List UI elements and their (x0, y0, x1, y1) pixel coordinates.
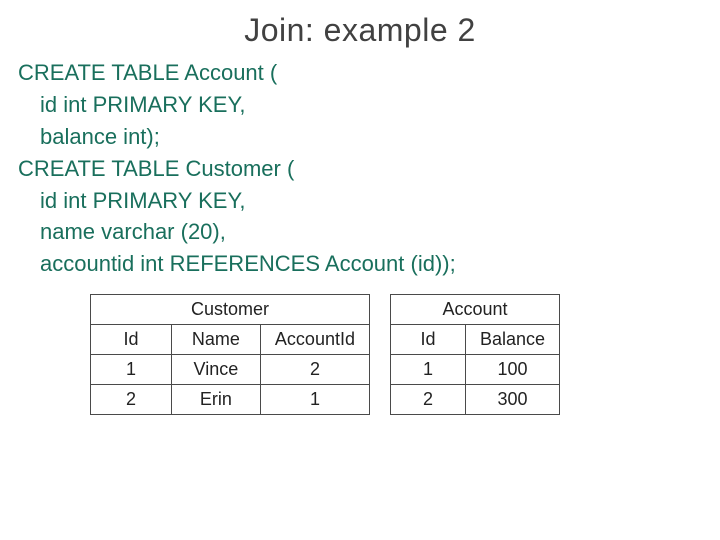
page-title: Join: example 2 (18, 12, 702, 49)
cell: 1 (260, 385, 369, 415)
col-header: Name (171, 325, 260, 355)
account-table: Account Id Balance 1 100 2 300 (390, 294, 560, 415)
tables-row: Customer Id Name AccountId 1 Vince 2 2 E… (90, 294, 702, 415)
table-row: 2 300 (391, 385, 560, 415)
cell: 2 (391, 385, 466, 415)
sql-line: id int PRIMARY KEY, (18, 185, 702, 217)
cell: 2 (260, 355, 369, 385)
table-caption: Account (391, 295, 560, 325)
table-row: 2 Erin 1 (91, 385, 370, 415)
sql-line: id int PRIMARY KEY, (18, 89, 702, 121)
table-caption-row: Account (391, 295, 560, 325)
cell: Vince (171, 355, 260, 385)
col-header: Id (391, 325, 466, 355)
cell: 100 (465, 355, 559, 385)
sql-line: accountid int REFERENCES Account (id)); (18, 248, 702, 280)
table-caption-row: Customer (91, 295, 370, 325)
table-caption: Customer (91, 295, 370, 325)
col-header: Balance (465, 325, 559, 355)
table-row: 1 Vince 2 (91, 355, 370, 385)
slide-body: Join: example 2 CREATE TABLE Account ( i… (0, 0, 720, 433)
col-header: Id (91, 325, 172, 355)
col-header: AccountId (260, 325, 369, 355)
sql-line: name varchar (20), (18, 216, 702, 248)
cell: Erin (171, 385, 260, 415)
cell: 1 (391, 355, 466, 385)
sql-line: CREATE TABLE Account ( (18, 57, 702, 89)
sql-code-block: CREATE TABLE Account ( id int PRIMARY KE… (18, 57, 702, 280)
cell: 2 (91, 385, 172, 415)
table-header-row: Id Name AccountId (91, 325, 370, 355)
table-row: 1 100 (391, 355, 560, 385)
sql-line: balance int); (18, 121, 702, 153)
table-header-row: Id Balance (391, 325, 560, 355)
cell: 300 (465, 385, 559, 415)
customer-table: Customer Id Name AccountId 1 Vince 2 2 E… (90, 294, 370, 415)
sql-line: CREATE TABLE Customer ( (18, 153, 702, 185)
cell: 1 (91, 355, 172, 385)
